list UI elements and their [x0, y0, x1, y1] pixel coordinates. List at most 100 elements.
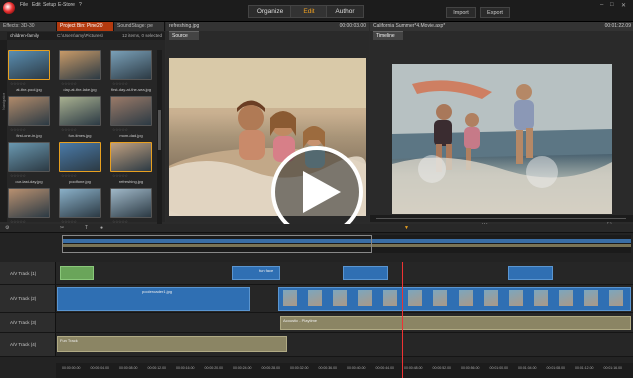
rating-stars[interactable]: ☆☆☆☆☆	[10, 81, 26, 86]
export-button[interactable]: Export	[480, 7, 510, 18]
menu-file[interactable]: File	[20, 2, 28, 8]
library-path-bar: children-family C:\Users\amy\Pictures\ 1…	[7, 32, 165, 40]
track-label-4: A/V Track (4)	[10, 342, 37, 347]
audio-clip-fun-track[interactable]: Fun Track	[57, 336, 287, 352]
menu-setup[interactable]: Setup	[43, 2, 56, 8]
clip-label: fun face	[259, 268, 274, 273]
scroll-thumb[interactable]	[158, 110, 161, 150]
library-scrollbar[interactable]	[157, 50, 162, 230]
ruler-tick-label: 00:00:48.00	[404, 366, 423, 370]
marker-icon[interactable]: ▼	[404, 225, 409, 231]
menu-estore[interactable]: E-Store	[58, 2, 75, 8]
clip-frame-thumbnail	[483, 290, 498, 306]
mic-icon[interactable]: ●	[100, 225, 103, 231]
edit-tab[interactable]: Edit	[290, 5, 328, 18]
rating-stars[interactable]: ☆☆☆☆☆	[10, 127, 26, 132]
thumbnail-label: poolfone.jpg	[69, 179, 91, 184]
app-logo-icon	[3, 2, 15, 14]
track-3: A/V Track (3) Acoustic - Playtime	[0, 313, 633, 333]
track-header-3[interactable]: A/V Track (3)	[0, 313, 56, 332]
library-thumbnail[interactable]	[59, 142, 101, 172]
viewer-filename: California Summer*4.Movie.axp*	[373, 23, 446, 29]
settings-icon[interactable]: ⚙	[5, 225, 9, 231]
source-tab[interactable]: Source	[169, 31, 199, 40]
library-tab-soundstage[interactable]: SoundStage: pe	[114, 22, 165, 31]
ruler-tick-label: 00:00:16.00	[176, 366, 195, 370]
timeline-viewer-panel: California Summer*4.Movie.axp* 00:01:22.…	[370, 22, 633, 230]
library-thumbnail[interactable]	[8, 50, 50, 80]
text-icon[interactable]: T	[85, 225, 88, 231]
library-thumbnail[interactable]	[59, 188, 101, 218]
thumbnail-label: our-last-day.jpg	[15, 179, 43, 184]
timeline-overview[interactable]	[62, 235, 631, 253]
library-thumbnail[interactable]	[8, 96, 50, 126]
rating-stars[interactable]: ☆☆☆☆☆	[61, 81, 77, 86]
rating-stars[interactable]: ☆☆☆☆☆	[10, 173, 26, 178]
track-1: A/V Track (1) fun face	[0, 262, 633, 285]
clip-t1-c[interactable]	[508, 266, 553, 280]
clip-frame-thumbnail	[333, 290, 348, 306]
track-header-2[interactable]: A/V Track (2)	[0, 285, 56, 312]
library-thumbnail[interactable]	[8, 188, 50, 218]
library-thumbnail[interactable]	[59, 50, 101, 80]
library-thumbnail[interactable]	[110, 188, 152, 218]
clip-frame-thumbnail	[358, 290, 373, 306]
close-icon[interactable]: ✕	[621, 2, 626, 9]
library-thumbnail[interactable]	[59, 96, 101, 126]
collection-count: 12 items, 0 selected	[121, 33, 162, 38]
clip-frame-thumbnail	[508, 290, 523, 306]
track-label-2: A/V Track (2)	[10, 296, 37, 301]
library-tab-effects[interactable]: Effects: 3D-30	[0, 22, 57, 31]
library-thumbnail[interactable]	[110, 142, 152, 172]
organize-tab[interactable]: Organize	[248, 5, 292, 18]
clip-t1-b[interactable]	[343, 266, 388, 280]
library-thumbnail[interactable]	[110, 96, 152, 126]
rating-stars[interactable]: ☆☆☆☆☆	[112, 81, 128, 86]
thumbnail-label: fun-times.jpg	[68, 133, 92, 138]
import-button[interactable]: Import	[446, 7, 476, 18]
library-thumbnail[interactable]	[110, 50, 152, 80]
time-ruler[interactable]: 00:00:00.00 00:00:04.00 00:00:08.00 00:00:1…	[56, 363, 633, 378]
clip-frame-thumbnail	[283, 290, 297, 306]
timeline-panel: ⚙ ✂ T ● ▼ A/V Track (1) fun face A/V Tra…	[0, 224, 633, 378]
thumbnail-label: refreshing.jpg	[118, 179, 144, 184]
thumbnail-label: day-at-the-lake.jpg	[63, 87, 97, 92]
ruler-tick-label: 00:00:32.00	[290, 366, 309, 370]
viewer-preview-image	[392, 64, 612, 214]
rating-stars[interactable]: ☆☆☆☆☆	[112, 173, 128, 178]
collection-name: children-family	[10, 33, 40, 38]
track-header-4[interactable]: A/V Track (4)	[0, 333, 56, 356]
cut-icon[interactable]: ✂	[60, 225, 64, 231]
clip-fun-face[interactable]: fun face	[232, 266, 280, 280]
help-icon[interactable]: ?	[79, 2, 82, 8]
library-sidebar[interactable]: Navigator	[0, 40, 7, 222]
library-tab-project-bin[interactable]: Project Bin: Pine20	[57, 22, 114, 31]
ruler-tick-label: 00:01:16.00	[603, 366, 623, 370]
ruler-tick-label: 00:00:40.00	[347, 366, 366, 370]
rating-stars[interactable]: ☆☆☆☆☆	[61, 127, 77, 132]
rating-stars[interactable]: ☆☆☆☆☆	[112, 127, 128, 132]
clip-pooleroader[interactable]: pooleroader1.jpg	[57, 287, 250, 311]
clip-title[interactable]	[60, 266, 94, 280]
clip-t2-b[interactable]	[278, 287, 631, 311]
viewer-scrubber[interactable]	[370, 215, 633, 222]
ruler-tick-label: 00:00:12.00	[147, 366, 167, 370]
rating-stars[interactable]: ☆☆☆☆☆	[61, 173, 77, 178]
track-header-1[interactable]: A/V Track (1)	[0, 262, 56, 284]
clip-frame-thumbnail	[558, 290, 573, 306]
library-thumbnail[interactable]	[8, 142, 50, 172]
viewer-tab[interactable]: Timeline	[373, 31, 403, 40]
audio-clip-playtime[interactable]: Acoustic - Playtime	[280, 316, 631, 330]
minimize-icon[interactable]: –	[600, 2, 603, 8]
collection-path: C:\Users\amy\Pictures\	[57, 33, 104, 38]
navigator-label: Navigator	[1, 92, 6, 110]
menu-edit[interactable]: Edit	[32, 2, 41, 8]
playhead[interactable]	[402, 262, 403, 378]
track-2: A/V Track (2) pooleroader1.jpg	[0, 285, 633, 313]
clip-frame-thumbnail	[433, 290, 448, 306]
maximize-icon[interactable]: □	[610, 2, 614, 8]
viewer-header: California Summer*4.Movie.axp* 00:01:22.…	[370, 22, 633, 31]
library-grid: ☆☆☆☆☆ at-the-pool.jpg ☆☆☆☆☆ day-at-the-lake…	[8, 50, 156, 230]
ruler-tick-label: 00:01:08.00	[546, 366, 566, 370]
author-tab[interactable]: Author	[326, 5, 364, 18]
